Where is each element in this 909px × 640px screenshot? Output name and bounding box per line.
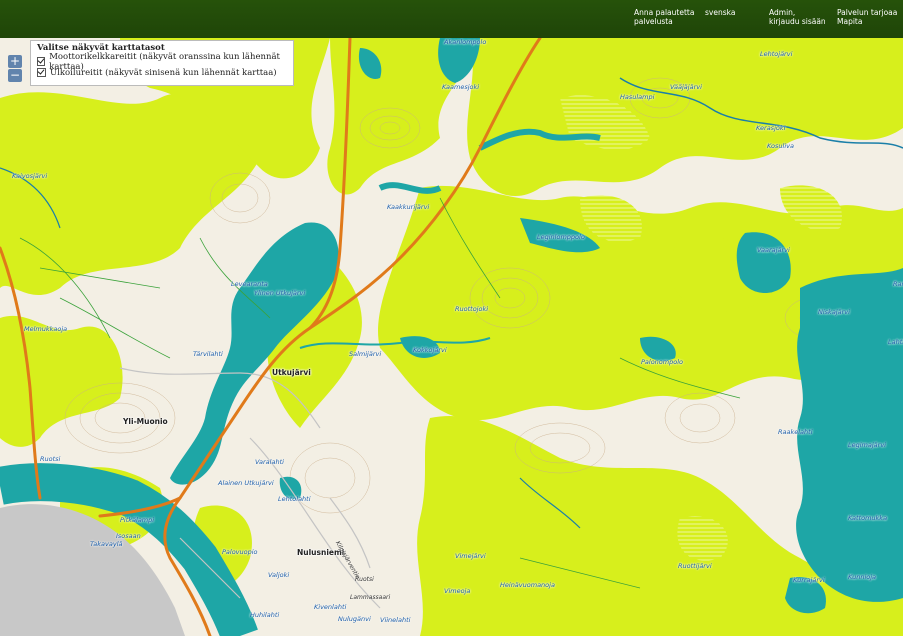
map-label: Kurrajärvi [793,576,825,584]
map-label: Vaarajärvi [757,246,790,254]
map-label: Takavaylä [90,540,123,548]
map-viewport[interactable]: Akanlompolo Kaamesjoki Lehtojärvi Hasula… [0,38,903,636]
map-label: Tärvilahti [193,350,223,358]
map-label: Varalahti [255,458,284,466]
map-label: Lehtolahti [278,495,311,503]
feedback-link[interactable]: Anna palautetta palvelusta [634,8,694,26]
layer-switcher: Valitse näkyvät karttatasot Moottorikelk… [30,40,294,86]
map-label: Palovuopio [222,548,258,556]
map-label: Kaamesjoki [442,83,480,91]
outdoor-layer-label[interactable]: Ulkoilureitit (näkyvät sinisenä kun lähe… [50,68,277,78]
zoom-out-button[interactable]: − [8,69,22,82]
map-label: Ruottijärvi [678,562,712,570]
provider-link[interactable]: Palvelun tarjoaa Mapita [837,8,897,26]
town-label: Yli-Muonio [123,417,168,426]
admin-login-link[interactable]: Admin, kirjaudu sisään [769,8,826,26]
map-label: Raakelahti [778,428,813,436]
map-label: Heinävuomanoja [500,581,555,589]
town-label: Utkujärvi [272,368,311,377]
map-label: Isosaan [116,532,141,540]
map-label: Niskajärvi [818,308,850,316]
map-label: Ranta [893,280,903,288]
map-label: Nulugänvi [338,615,371,623]
header-bar: Anna palautetta palvelusta svenska Admin… [0,0,903,38]
map-label: Hasulampi [620,93,655,101]
language-link[interactable]: svenska [705,8,735,17]
map-label: Kaivosjärvi [12,172,48,180]
zoom-controls: + − [8,55,22,83]
map-label: Vimeoja [444,587,471,595]
map-label: Huhilahti [250,611,280,619]
map-label: Alainen Utkujärvi [218,479,274,487]
map-label: Kunnioja [848,573,877,581]
map-label: Ruotsi [40,455,61,463]
map-label: Vimejärvi [455,552,486,560]
map-label: Viinelahti [380,616,411,624]
map-label: Pitkälampi [120,516,155,524]
map-label: Ylinen Utkujärvi [254,289,306,297]
map-label: Vääjäjärvi [670,83,702,91]
map-label: Akanlompolo [444,38,487,46]
map-label: Ruottojoki [455,305,489,313]
map-label: Salmijärvi [349,350,382,358]
map-label: Palonompolo [641,358,683,366]
layer-row-outdoor[interactable]: Ulkoilureitit (näkyvät sinisenä kun lähe… [37,67,287,78]
map-label: Melmukkaoja [24,325,68,333]
road-label: Lammassaari [350,594,391,601]
map-label: Kaakkurijärvi [387,203,430,211]
map-label: Levearanta [231,280,268,288]
map-label: Kerasjoki [756,124,786,132]
map-label: Kivenlahti [314,603,347,611]
road-label: Ruotsi [355,576,374,583]
map-label: Legimajärvi [848,441,886,449]
outdoor-layer-checkbox[interactable] [37,68,46,77]
zoom-in-button[interactable]: + [8,55,22,68]
layer-row-snowmobile[interactable]: Moottorikelkkareitit (näkyvät oranssina … [37,52,287,72]
map-label: Lehtojärvi [760,50,793,58]
map-label: Leginlomppolo [537,233,585,241]
map-label: Valjoki [268,571,290,579]
map-label: Kokkojärvi [413,346,447,354]
map-label: Kosuliva [767,142,794,150]
map-label: Lahti [888,338,903,346]
snowmobile-layer-checkbox[interactable] [37,57,46,66]
map-label: Kattomukka [848,514,888,522]
